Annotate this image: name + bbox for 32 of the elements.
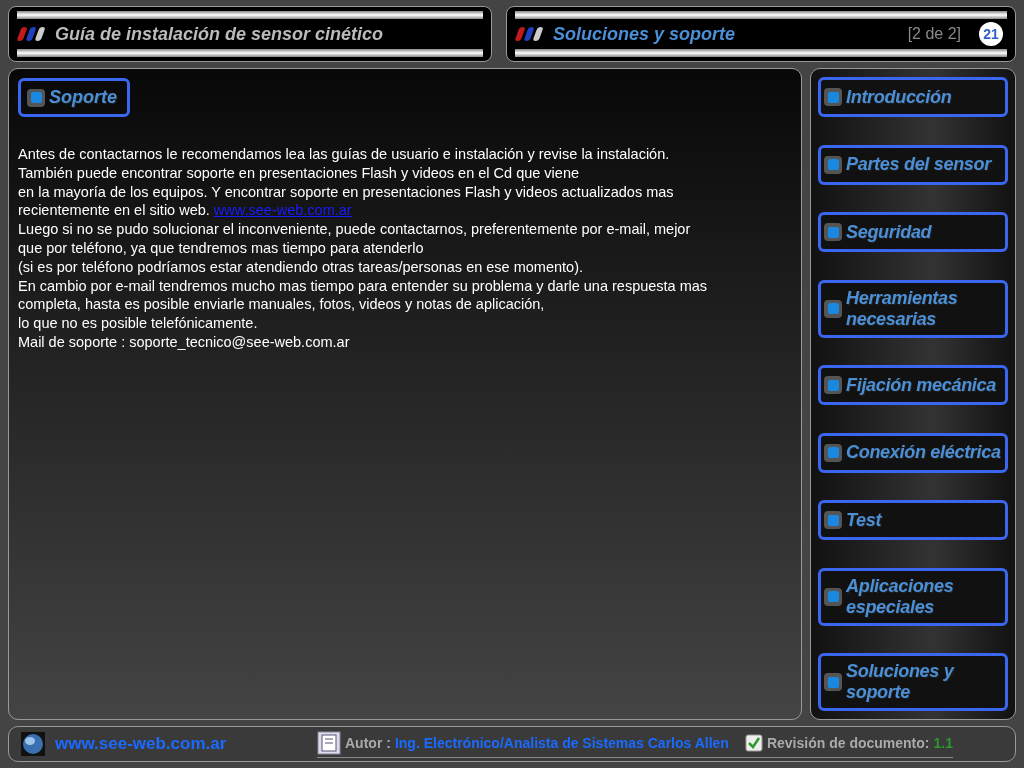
bullet-icon [824, 443, 842, 462]
nav-button[interactable]: Test [818, 500, 1008, 540]
checkmark-icon [744, 733, 763, 752]
nav-button[interactable]: Aplicaciones especiales [818, 567, 1008, 626]
revision-label: Revisión de documento: [766, 734, 930, 751]
nav-button[interactable]: Conexión eléctrica [818, 432, 1008, 473]
document-icon [317, 730, 341, 755]
bullet-icon [27, 88, 45, 107]
nav-button[interactable]: Partes del sensor [818, 144, 1008, 185]
author-name: Ing. Electrónico/Analista de Sistemas Carlos Allen [394, 734, 729, 751]
bullet-icon [824, 587, 842, 606]
bullet-icon [824, 376, 842, 394]
nav-button[interactable]: Introducción [818, 77, 1008, 117]
bullet-icon [824, 673, 842, 691]
section-heading: Soporte [18, 78, 130, 117]
page-info: [2 de 2] [907, 25, 961, 43]
author-label: Autor : [345, 734, 391, 751]
nav-button[interactable]: Fijación mecánica [818, 365, 1008, 405]
globe-icon [21, 732, 45, 756]
section-title: Soluciones y soporte [553, 23, 737, 45]
bullet-icon [824, 223, 842, 241]
bullet-icon [824, 155, 842, 174]
nav-button[interactable]: Seguridad [818, 212, 1008, 252]
guide-title: Guía de instalación de sensor cinético [55, 23, 384, 45]
bullet-icon [824, 511, 842, 529]
revision-number: 1.1 [933, 734, 953, 751]
bullet-icon [824, 299, 842, 318]
nav-button[interactable]: Soluciones y soporte [818, 653, 1008, 711]
page-number: 21 [979, 22, 1003, 46]
body-text: Antes de contactarnos le recomendamos lea las guías de usuario e instalación y revise la instalación. También puede encontrar soporte en presentaciones Flash y videos en el Cd que viene en la mayoría de los equipos. Y encontrar soporte en presentaciones Flash y videos actualizados mas recientemente en el sitio web. www.see-web.com.ar Luego si no se pudo solucionar el inconveniente, puede contactarnos, preferentemente por e-mail, mejor que por teléfono, ya que tendremos mas tiempo para atenderlo (si es por teléfono podríamos estar atendiendo otras tareas/personas en ese momento). En cambio por e-mail tendremos mucho mas tiempo para entender su problema y darle una respuesta mas completa, hasta es posible enviarle manuales, fotos, videos y notas de aplicación, lo que no es posible telefónicamente. Mail de soporte : soporte_tecnico@see-web.com.ar [18, 145, 709, 352]
bullet-icon [824, 88, 842, 106]
nav-button[interactable]: Herramientas necesarias [818, 279, 1008, 338]
